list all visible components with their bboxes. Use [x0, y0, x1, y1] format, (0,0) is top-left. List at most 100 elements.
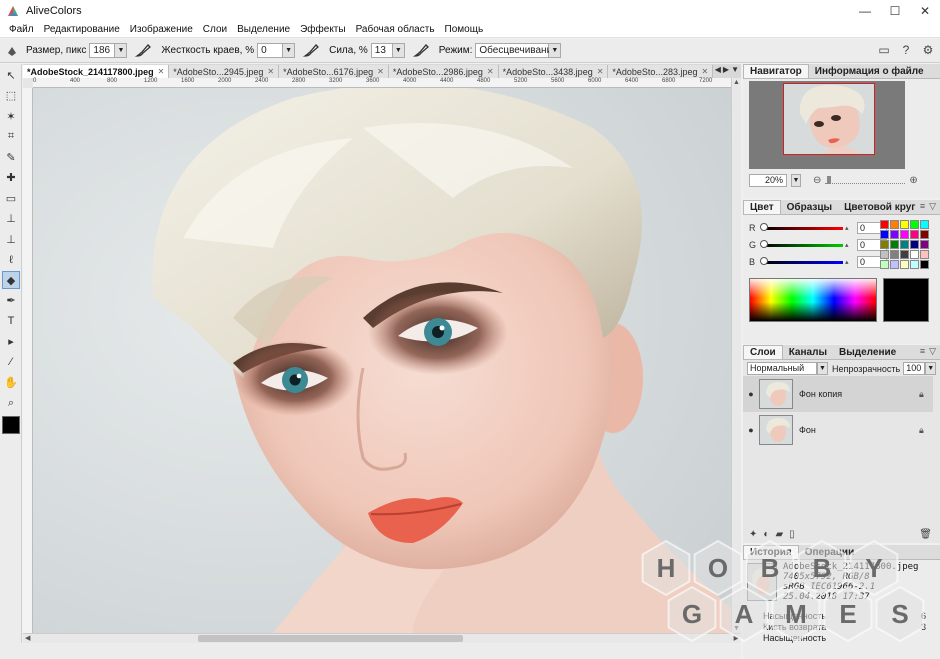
color-swatch[interactable]: [890, 230, 899, 239]
strength-input[interactable]: 13: [370, 43, 393, 58]
folder-icon[interactable]: ▰: [775, 529, 783, 540]
vertical-scrollbar[interactable]: ▲ ▼: [731, 78, 741, 633]
mode-select[interactable]: Обесцвечивание: [475, 43, 558, 58]
color-swatch[interactable]: [890, 240, 899, 249]
close-button[interactable]: ✕: [910, 0, 940, 22]
sponge-icon[interactable]: [4, 43, 20, 59]
history-entry[interactable]: Кисть возврата 3: [763, 622, 926, 632]
hardness-dropdown-icon[interactable]: ▼: [283, 43, 296, 58]
lasso-icon[interactable]: ℓ: [2, 251, 20, 269]
close-tab-icon[interactable]: ✕: [597, 67, 604, 76]
close-tab-icon[interactable]: ✕: [267, 67, 274, 76]
green-channel-slider[interactable]: G ▴ 0: [749, 239, 887, 251]
color-swatch[interactable]: [920, 240, 929, 249]
close-tab-icon[interactable]: ✕: [377, 67, 384, 76]
strength-dropdown-icon[interactable]: ▼: [392, 43, 405, 58]
new-layer-icon[interactable]: ▯: [789, 529, 795, 540]
lock-icon[interactable]: 🔒︎: [919, 425, 933, 436]
tab-scroll-right-icon[interactable]: ▶: [723, 65, 729, 74]
crop-icon[interactable]: ⌗: [2, 128, 20, 146]
lock-icon[interactable]: 🔒︎: [919, 389, 933, 400]
slider-knob[interactable]: [760, 239, 768, 248]
navigator-viewport[interactable]: [783, 83, 875, 155]
navigator-preview[interactable]: [749, 81, 905, 169]
color-swatch[interactable]: [880, 250, 889, 259]
eye-icon[interactable]: ●: [743, 425, 759, 435]
color-swatch[interactable]: [900, 220, 909, 229]
panel-collapse-icon[interactable]: ▽: [929, 201, 936, 212]
menu-effects[interactable]: Эффекты: [295, 24, 350, 35]
scroll-down-icon[interactable]: ▼: [733, 625, 740, 632]
blue-channel-slider[interactable]: B ▴ 0: [749, 256, 887, 268]
history-entry[interactable]: Насыщенность: [763, 633, 826, 643]
color-swatch[interactable]: [920, 220, 929, 229]
panel-menu-icon[interactable]: ≡: [920, 201, 925, 212]
color-swatch[interactable]: [890, 260, 899, 269]
menu-file[interactable]: Файл: [4, 24, 39, 35]
eye-icon[interactable]: ●: [743, 389, 759, 399]
minimize-button[interactable]: —: [850, 0, 880, 22]
red-channel-slider[interactable]: R ▴ 0: [749, 222, 887, 234]
tab-list-icon[interactable]: ▼: [731, 65, 739, 74]
healing-icon[interactable]: ✚: [2, 169, 20, 187]
tab-layers[interactable]: Слои: [743, 345, 783, 359]
color-swatch[interactable]: [890, 220, 899, 229]
close-tab-icon[interactable]: ✕: [701, 67, 708, 76]
move-icon[interactable]: ↖: [2, 66, 20, 84]
zoom-in-icon[interactable]: ⊕: [909, 175, 917, 186]
text-icon[interactable]: T: [2, 312, 20, 330]
brush-icon[interactable]: ✎: [2, 148, 20, 166]
scroll-up-icon[interactable]: ▲: [733, 79, 740, 86]
doc-tab[interactable]: *AdobeStock_214117800.jpeg ✕: [23, 65, 170, 78]
stamp-icon[interactable]: ⊥: [2, 230, 20, 248]
color-swatch[interactable]: [880, 230, 889, 239]
color-swatch[interactable]: [880, 260, 889, 269]
doc-tab[interactable]: *AdobeSto...2945.jpeg ✕: [169, 65, 280, 78]
menu-select[interactable]: Выделение: [232, 24, 295, 35]
opacity-dropdown-icon[interactable]: ▼: [925, 362, 937, 375]
zoom-icon[interactable]: ⌕: [2, 394, 20, 412]
horizontal-scroll-thumb[interactable]: [198, 635, 463, 642]
tab-history[interactable]: История: [743, 545, 799, 559]
layer-row-fon[interactable]: ● Фон 🔒︎: [743, 412, 933, 448]
panel-menu-icon[interactable]: ≡: [920, 346, 925, 357]
zoom-dropdown-icon[interactable]: ▼: [791, 174, 801, 187]
close-tab-icon[interactable]: ✕: [487, 67, 494, 76]
tab-color[interactable]: Цвет: [743, 200, 781, 214]
color-swatch[interactable]: [910, 230, 919, 239]
scroll-left-icon[interactable]: ◀: [25, 634, 30, 642]
color-swatch[interactable]: [900, 250, 909, 259]
maximize-button[interactable]: ☐: [880, 0, 910, 22]
adjustment-layer-icon[interactable]: ◐: [763, 529, 769, 540]
color-swatch[interactable]: [900, 240, 909, 249]
layer-row-fon-kopiya[interactable]: ● Фон копия 🔒︎: [743, 376, 933, 412]
opacity-input[interactable]: 100: [903, 362, 926, 375]
tab-scroll-left-icon[interactable]: ◀: [715, 65, 721, 74]
tab-color-wheel[interactable]: Цветовой круг: [838, 200, 921, 214]
doc-tab[interactable]: *AdobeSto...6176.jpeg ✕: [279, 65, 389, 78]
zoom-out-icon[interactable]: ⊖: [813, 175, 821, 186]
blend-mode-dropdown-icon[interactable]: ▼: [817, 362, 828, 375]
menu-workspace[interactable]: Рабочая область: [351, 24, 440, 35]
trash-icon[interactable]: 🗑︎: [919, 529, 932, 540]
mode-dropdown-icon[interactable]: ▼: [549, 43, 562, 58]
sponge-icon[interactable]: ◆: [2, 271, 20, 289]
stepper-icon[interactable]: ▴: [845, 258, 855, 266]
gradient-icon[interactable]: ▭: [2, 189, 20, 207]
zoom-input[interactable]: 20%: [749, 174, 787, 187]
menu-layers[interactable]: Слои: [198, 24, 232, 35]
size-input[interactable]: 186: [89, 43, 116, 58]
pen-icon[interactable]: ✒: [2, 292, 20, 310]
marquee-icon[interactable]: ⬚: [2, 87, 20, 105]
menu-edit[interactable]: Редактирование: [39, 24, 125, 35]
clone-stamp-icon[interactable]: ⊥: [2, 210, 20, 228]
tab-file-info[interactable]: Информация о файле: [809, 64, 930, 78]
color-swatch[interactable]: [880, 220, 889, 229]
color-swatch[interactable]: [910, 240, 919, 249]
chat-icon[interactable]: ▭: [876, 42, 892, 58]
stepper-icon[interactable]: ▴: [845, 241, 855, 249]
color-swatch[interactable]: [910, 220, 919, 229]
menu-image[interactable]: Изображение: [125, 24, 198, 35]
magic-wand-icon[interactable]: ✶: [2, 107, 20, 125]
close-tab-icon[interactable]: ✕: [158, 67, 165, 76]
